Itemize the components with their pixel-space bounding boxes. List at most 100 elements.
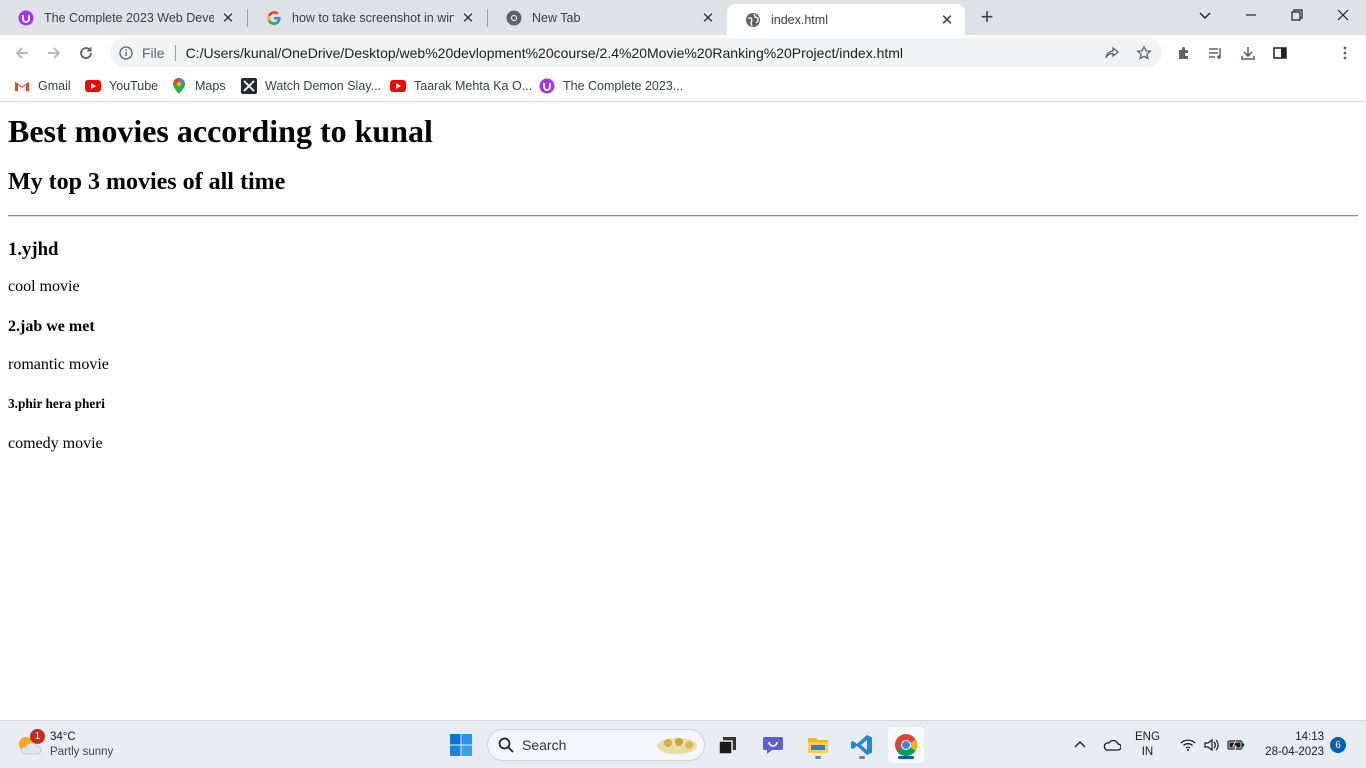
battery-button[interactable] bbox=[1226, 721, 1246, 768]
chevron-down-icon bbox=[1199, 12, 1211, 19]
bookmark-label: Gmail bbox=[38, 79, 71, 93]
bookmark-udemy[interactable]: The Complete 2023... bbox=[539, 75, 683, 97]
youtube-icon bbox=[85, 78, 101, 94]
weather-widget[interactable]: 1 34°C Partly sunny bbox=[14, 727, 113, 763]
bookmark-gmail[interactable]: Gmail bbox=[14, 75, 71, 97]
arrow-right-icon bbox=[48, 47, 61, 59]
chevron-up-icon bbox=[1074, 741, 1086, 748]
page-title: Best movies according to kunal bbox=[8, 113, 433, 149]
chrome-icon bbox=[895, 734, 917, 756]
tab-title: New Tab bbox=[532, 10, 581, 25]
side-panel-icon bbox=[1273, 47, 1287, 59]
tab-title: index.html bbox=[771, 12, 828, 27]
folder-icon bbox=[808, 738, 828, 753]
bookmark-label: Taarak Mehta Ka O... bbox=[414, 79, 533, 93]
udemy-icon bbox=[18, 10, 34, 26]
wifi-icon bbox=[1180, 739, 1196, 751]
teams-chat-button[interactable] bbox=[755, 727, 791, 763]
bookmark-demon-slayer[interactable]: Watch Demon Slay... bbox=[241, 75, 381, 97]
close-window-button[interactable] bbox=[1320, 0, 1366, 30]
clock[interactable]: 14:13 28-04-2023 bbox=[1252, 730, 1324, 760]
running-indicator bbox=[815, 756, 821, 759]
address-bar[interactable]: File C:/Users/kunal/OneDrive/Desktop/web… bbox=[110, 38, 1162, 67]
movie-description: cool movie bbox=[8, 278, 80, 295]
new-tab-button[interactable]: + bbox=[975, 4, 999, 29]
vscode-button[interactable] bbox=[844, 727, 880, 763]
side-panel-button[interactable] bbox=[1266, 39, 1294, 67]
bookmark-label: The Complete 2023... bbox=[563, 79, 684, 93]
info-icon[interactable] bbox=[118, 45, 134, 61]
bookmark-youtube[interactable]: YouTube bbox=[85, 75, 158, 97]
notification-count-badge[interactable]: 6 bbox=[1330, 737, 1346, 753]
task-view-icon bbox=[718, 737, 736, 755]
tab-index-html[interactable]: index.html ✕ bbox=[727, 4, 965, 35]
chrome-taskbar-button[interactable] bbox=[888, 727, 924, 763]
tab-strip: The Complete 2023 Web Develop ✕ how to t… bbox=[0, 0, 1366, 35]
close-icon[interactable]: ✕ bbox=[939, 12, 955, 29]
gmail-icon bbox=[14, 78, 30, 94]
taskbar: 1 34°C Partly sunny Search ENG IN 14:13 … bbox=[0, 720, 1366, 768]
url-text[interactable]: C:/Users/kunal/OneDrive/Desktop/web%20de… bbox=[186, 45, 1098, 61]
start-button[interactable] bbox=[443, 727, 479, 763]
speaker-icon bbox=[1204, 738, 1219, 752]
tab-udemy-course[interactable]: The Complete 2023 Web Develop ✕ bbox=[0, 0, 246, 35]
bookmark-taarak-mehta[interactable]: Taarak Mehta Ka O... bbox=[390, 75, 532, 97]
url-scheme-label: File bbox=[142, 44, 165, 61]
tab-google-search[interactable]: how to take screenshot in windo ✕ bbox=[248, 0, 486, 35]
vscode-icon bbox=[851, 735, 872, 755]
clock-date: 28-04-2023 bbox=[1265, 746, 1324, 758]
bookmark-star-button[interactable] bbox=[1130, 39, 1158, 67]
language-code: ENG bbox=[1135, 731, 1160, 743]
windows-icon bbox=[450, 734, 472, 756]
extensions-button[interactable] bbox=[1170, 39, 1198, 67]
volume-button[interactable] bbox=[1202, 721, 1222, 768]
weather-condition: Partly sunny bbox=[50, 746, 114, 758]
minimize-button[interactable] bbox=[1228, 0, 1274, 30]
restore-icon bbox=[1291, 9, 1303, 21]
back-button[interactable] bbox=[8, 39, 36, 67]
close-icon[interactable]: ✕ bbox=[460, 10, 476, 27]
downloads-button[interactable] bbox=[1234, 39, 1262, 67]
divider bbox=[8, 215, 1358, 217]
browser-toolbar: File C:/Users/kunal/OneDrive/Desktop/web… bbox=[0, 35, 1366, 98]
language-indicator[interactable]: ENG IN bbox=[1135, 730, 1160, 760]
close-icon[interactable]: ✕ bbox=[220, 10, 236, 27]
tab-new-tab[interactable]: New Tab ✕ bbox=[488, 0, 726, 35]
search-highlight-icon bbox=[657, 738, 697, 754]
tab-search-button[interactable] bbox=[1182, 0, 1228, 30]
reload-icon bbox=[80, 47, 92, 59]
region-code: IN bbox=[1141, 746, 1154, 758]
movie-title: 3.phir hera pheri bbox=[8, 396, 105, 411]
movie-title: 1.yjhd bbox=[8, 239, 59, 260]
youtube-icon bbox=[390, 78, 406, 94]
reload-button[interactable] bbox=[72, 39, 100, 67]
weather-temp: 34°C bbox=[50, 731, 76, 743]
restore-button[interactable] bbox=[1274, 0, 1320, 30]
share-button[interactable] bbox=[1098, 39, 1126, 67]
media-control-button[interactable] bbox=[1202, 39, 1230, 67]
bookmark-maps[interactable]: Maps bbox=[171, 75, 226, 97]
menu-button[interactable] bbox=[1331, 39, 1359, 67]
movie-description: romantic movie bbox=[8, 356, 109, 373]
arrow-left-icon bbox=[15, 47, 28, 59]
google-icon bbox=[266, 10, 282, 26]
playlist-icon bbox=[1209, 48, 1221, 59]
udemy-icon bbox=[539, 78, 555, 94]
puzzle-icon bbox=[1179, 47, 1188, 59]
taskbar-search[interactable]: Search bbox=[487, 729, 705, 761]
share-icon bbox=[1105, 46, 1120, 58]
divider bbox=[174, 44, 176, 61]
wifi-button[interactable] bbox=[1178, 721, 1198, 768]
clock-time: 14:13 bbox=[1295, 731, 1324, 743]
show-hidden-icons-button[interactable] bbox=[1070, 721, 1090, 768]
search-icon bbox=[498, 737, 514, 753]
bookmark-label: YouTube bbox=[109, 79, 159, 93]
tab-title: how to take screenshot in windo bbox=[292, 10, 454, 25]
task-view-button[interactable] bbox=[710, 727, 746, 763]
globe-icon bbox=[745, 12, 761, 28]
file-explorer-button[interactable] bbox=[800, 727, 836, 763]
forward-button[interactable] bbox=[40, 39, 68, 67]
movie-title: 2.jab we met bbox=[8, 318, 95, 335]
onedrive-button[interactable] bbox=[1100, 721, 1124, 768]
close-icon[interactable]: ✕ bbox=[700, 10, 716, 27]
